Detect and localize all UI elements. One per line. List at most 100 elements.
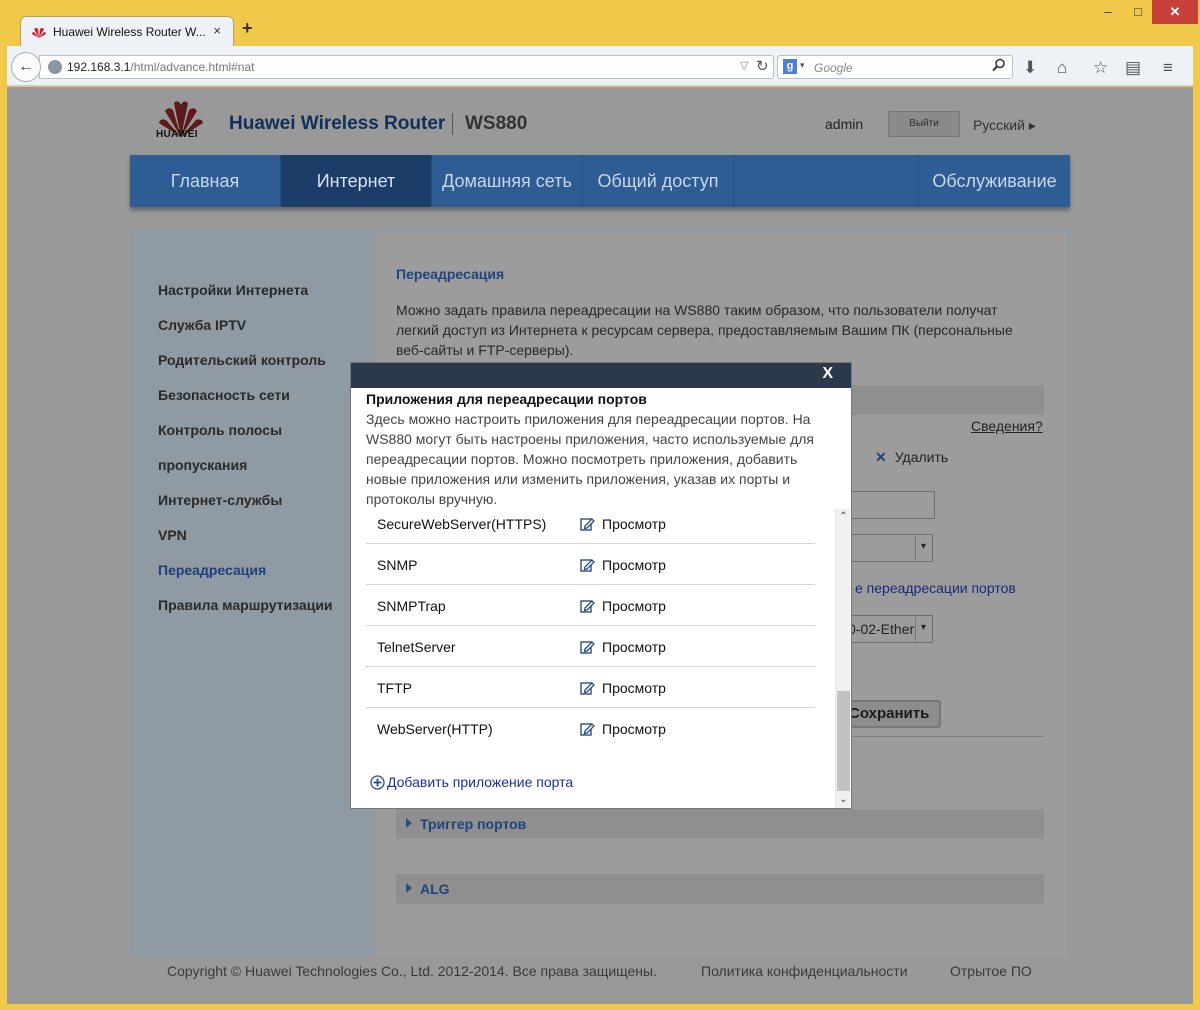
bookmark-star-icon[interactable]: ☆ [1093,58,1108,78]
scroll-up-icon[interactable]: ⌃ [836,509,851,525]
view-button[interactable]: Просмотр [580,680,666,696]
minimize-button[interactable]: – [1094,0,1122,24]
rule-input[interactable] [847,491,935,519]
new-tab-button[interactable]: + [242,18,253,39]
trigger-label: Триггер портов [420,816,527,832]
edit-icon [580,518,595,531]
url-text: 192.168.3.1/html/advance.html#nat [67,60,254,74]
alg-section[interactable]: ALG [396,874,1044,904]
url-dropdown-icon[interactable]: ▽ [740,59,748,72]
rule-select[interactable]: ▾ [847,534,933,562]
add-app-link[interactable]: Добавить приложение порта [370,774,573,790]
logout-button[interactable]: Выйти [888,111,960,137]
google-icon[interactable]: g [783,59,797,74]
list-item: TelnetServer Просмотр [366,626,815,667]
view-label: Просмотр [602,721,666,737]
home-icon[interactable]: ⌂ [1057,58,1067,78]
browser-window: Huawei Wireless Router W... × + – □ ✕ 19… [0,0,1200,1010]
url-bar[interactable]: 192.168.3.1/html/advance.html#nat ▽ ↻ [39,55,774,79]
view-label: Просмотр [602,516,666,532]
url-host: 192.168.3.1 [67,60,131,74]
view-label: Просмотр [602,639,666,655]
tab-title: Huawei Wireless Router W... [53,25,206,39]
list-item: TFTP Просмотр [366,667,815,708]
sidebar-item-iptv[interactable]: Служба IPTV [158,317,246,333]
reload-icon[interactable]: ↻ [756,57,769,75]
title-divider [452,113,453,135]
view-button[interactable]: Просмотр [580,721,666,737]
nav-home-network[interactable]: Домашняя сеть [432,155,583,207]
sidebar-item-internet-settings[interactable]: Настройки Интернета [158,282,308,298]
app-name: SNMP [377,557,418,573]
open-source-link[interactable]: Отрытое ПО [950,963,1032,979]
dialog-description: Здесь можно настроить приложения для пер… [366,411,814,507]
view-label: Просмотр [602,598,666,614]
close-window-button[interactable]: ✕ [1152,0,1198,24]
app-name: SNMPTrap [377,598,446,614]
select-arrow-icon: ▾ [915,536,931,560]
nav-sharing[interactable]: Общий доступ [583,155,734,207]
expand-arrow-icon [406,818,412,828]
nav-internet[interactable]: Интернет [281,155,432,207]
select-arrow-icon: ▾ [915,617,931,641]
title-bar: Huawei Wireless Router W... × + – □ ✕ [0,0,1200,46]
save-button[interactable]: Сохранить [845,700,941,728]
menu-icon[interactable]: ≡ [1163,58,1173,78]
edit-icon [580,682,595,695]
sidebar-item-internet-services[interactable]: Интернет-службы [158,492,282,508]
search-icon[interactable] [992,58,1006,72]
interface-value: 0-02-Ether [848,621,915,637]
sidebar-item-security[interactable]: Безопасность сети [158,387,290,403]
search-bar[interactable]: g ▾ Google [777,55,1013,79]
port-app-link[interactable]: е переадресации портов [855,580,1016,596]
download-icon[interactable]: ⬇ [1023,58,1037,78]
nav-home[interactable]: Главная [130,155,281,207]
sidebar-item-vpn[interactable]: VPN [158,527,187,543]
sidebar-item-bandwidth[interactable]: Контроль полосы [158,422,282,438]
copyright: Copyright © Huawei Technologies Co., Ltd… [167,963,657,979]
bookmarks-list-icon[interactable]: ▤ [1125,58,1141,78]
dialog-title: Приложения для переадресации портов [366,391,647,407]
sidebar: Настройки Интернета Служба IPTV Родитель… [130,229,375,957]
dialog-scrollbar[interactable]: ⌃ ⌄ [835,509,850,808]
language-selector[interactable]: Русский ▸ [973,117,1036,134]
view-button[interactable]: Просмотр [580,598,666,614]
sidebar-item-bandwidth-cont[interactable]: пропускания [158,457,247,473]
scroll-thumb[interactable] [837,691,850,791]
delete-button[interactable]: ✕ Удалить [875,449,948,466]
alg-label: ALG [420,881,450,897]
view-button[interactable]: Просмотр [580,516,666,532]
huawei-favicon-icon [32,28,46,38]
maximize-button[interactable]: □ [1124,0,1152,24]
nav-maintenance[interactable]: Обслуживание [918,155,1070,207]
view-button[interactable]: Просмотр [580,557,666,573]
sidebar-item-forwarding[interactable]: Переадресация [158,562,266,578]
browser-tab[interactable]: Huawei Wireless Router W... × [20,16,234,46]
section-description: Можно задать правила переадресации на WS… [396,302,1013,358]
app-name: WebServer(HTTP) [377,721,493,737]
details-link[interactable]: Сведения? [971,418,1043,434]
back-arrow-icon: ← [18,58,34,75]
delete-icon: ✕ [875,449,887,465]
app-name: SecureWebServer(HTTPS) [377,516,547,532]
view-label: Просмотр [602,557,666,573]
globe-icon [48,60,62,74]
back-button[interactable]: ← [11,52,41,82]
edit-icon [580,559,595,572]
username: admin [825,116,864,132]
logo-text: HUAWEI [156,129,198,140]
scroll-down-icon[interactable]: ⌄ [836,792,851,808]
edit-icon [580,641,595,654]
dialog-header: X [351,363,851,388]
privacy-link[interactable]: Политика конфиденциальности [701,963,908,979]
port-apps-dialog: X Приложения для переадресации портов Зд… [350,362,852,809]
sidebar-item-routing[interactable]: Правила маршрутизации [158,597,333,613]
view-button[interactable]: Просмотр [580,639,666,655]
sidebar-item-parental-control[interactable]: Родительский контроль [158,352,326,368]
dialog-close-button[interactable]: X [822,365,833,383]
edit-icon [580,723,595,736]
tab-close-icon[interactable]: × [213,23,221,38]
trigger-section[interactable]: Триггер портов [396,809,1044,839]
search-engine-dropdown-icon[interactable]: ▾ [800,60,805,71]
interface-select[interactable]: 0-02-Ether ▾ [843,615,933,643]
